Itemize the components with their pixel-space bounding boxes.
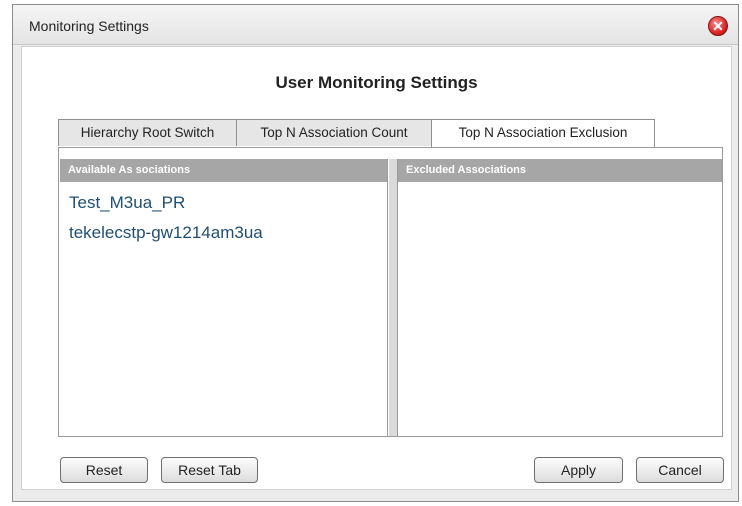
tab-top-n-association-exclusion[interactable]: Top N Association Exclusion: [431, 119, 655, 148]
excluded-associations-list[interactable]: Excluded Associations: [397, 159, 722, 436]
close-icon[interactable]: ✕: [708, 16, 728, 36]
tab-panel: Available As sociations Test_M3ua_PR tek…: [58, 147, 723, 437]
list-divider: [389, 159, 397, 436]
available-associations-body[interactable]: Test_M3ua_PR tekelecstp-gw1214am3ua: [60, 188, 387, 442]
tab-hierarchy-root-switch[interactable]: Hierarchy Root Switch: [58, 119, 237, 146]
window-title: Monitoring Settings: [29, 18, 149, 34]
excluded-associations-header: Excluded Associations: [398, 159, 722, 182]
list-item[interactable]: Test_M3ua_PR: [60, 188, 387, 218]
title-bar: Monitoring Settings ✕: [13, 5, 738, 45]
tab-top-n-association-count[interactable]: Top N Association Count: [236, 119, 432, 146]
reset-tab-button[interactable]: Reset Tab: [161, 457, 258, 483]
dialog-body: User Monitoring Settings Hierarchy Root …: [21, 46, 732, 490]
apply-button[interactable]: Apply: [534, 457, 623, 483]
page-title: User Monitoring Settings: [275, 73, 478, 92]
available-associations-header: Available As sociations: [60, 159, 387, 182]
list-item[interactable]: tekelecstp-gw1214am3ua: [60, 218, 387, 248]
available-associations-list[interactable]: Available As sociations Test_M3ua_PR tek…: [60, 159, 388, 436]
reset-button[interactable]: Reset: [60, 457, 148, 483]
monitoring-settings-dialog: Monitoring Settings ✕ User Monitoring Se…: [12, 4, 739, 502]
excluded-associations-body[interactable]: [398, 182, 722, 436]
cancel-button[interactable]: Cancel: [636, 457, 724, 483]
